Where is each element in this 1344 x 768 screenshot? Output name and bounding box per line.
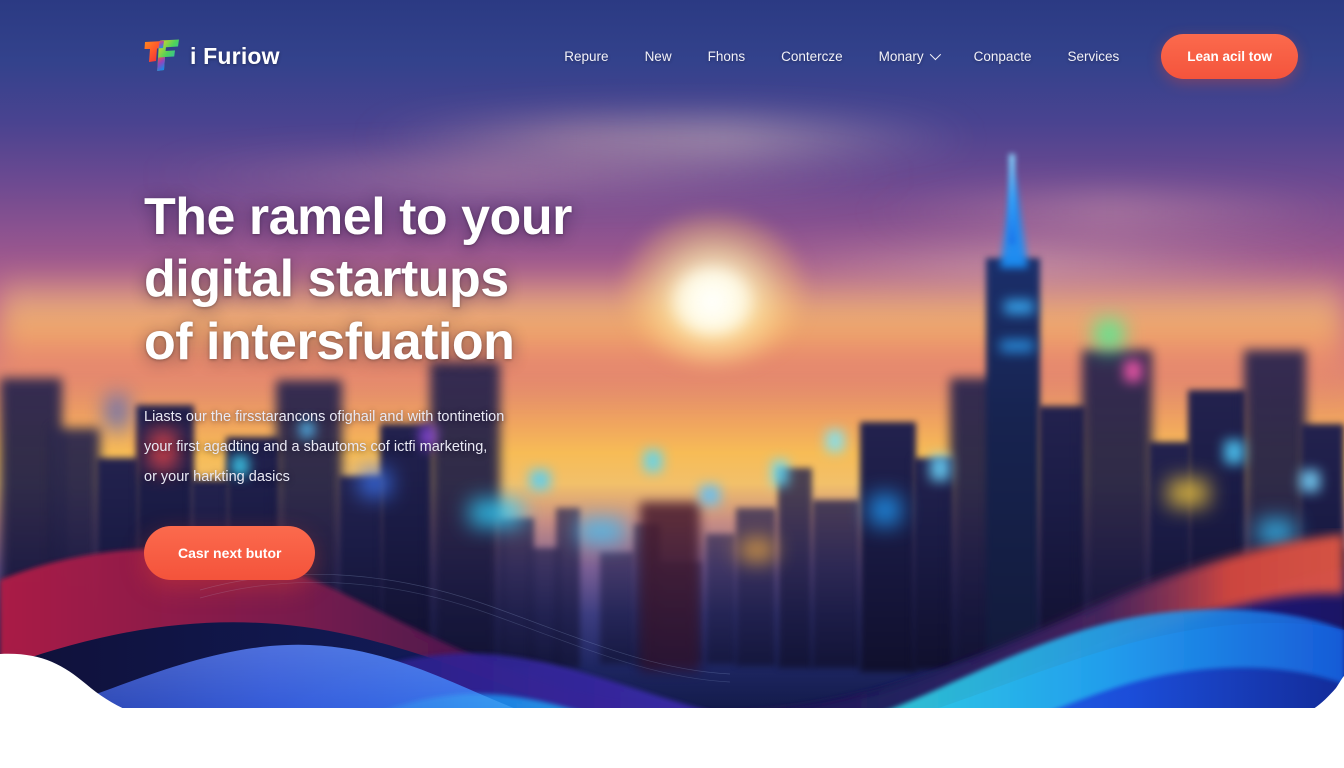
nav-item-services[interactable]: Services [1049,41,1137,72]
nav-label: Monary [878,48,924,64]
hero-heading-line-1: The ramel to your [144,188,572,246]
hero-cta-button[interactable]: Casr next butor [144,526,316,581]
site-header: i Furiow Repure New Fhons Contercze Mona… [0,0,1344,112]
nav-label: Conpacte [973,48,1032,64]
hero-paragraph-line-2: your first agadting and a sbautoms cof i… [144,438,488,455]
hero-content: The ramel to your digital startups of in… [144,186,764,581]
hero-paragraph: Liasts our the firsstarancons ofighail a… [144,403,574,492]
nav-item-conpacte[interactable]: Conpacte [956,41,1050,72]
nav-item-new[interactable]: New [627,41,690,72]
tf-gradient-logo-icon [144,39,179,71]
nav-label: New [644,48,672,64]
nav-item-contercze[interactable]: Contercze [763,41,861,72]
brand-logo[interactable]: i Furiow [144,39,280,73]
header-cta-button[interactable]: Lean acil tow [1161,33,1298,79]
page-body-surface [0,708,1344,768]
hero-paragraph-line-1: Liasts our the firsstarancons ofighail a… [144,409,505,426]
chevron-down-icon [929,48,941,61]
main-navigation: Repure New Fhons Contercze Monary Conpac… [546,33,1298,79]
nav-label: Repure [564,48,609,64]
hero-heading-line-3: of intersfuation [144,312,515,371]
nav-item-repure[interactable]: Repure [546,41,626,72]
nav-label: Contercze [781,48,843,64]
hero-heading-line-2: digital startups [144,250,509,309]
hero-paragraph-line-3: or your harkting dasics [144,468,290,485]
brand-name: i Furiow [190,42,280,69]
hero-section: i Furiow Repure New Fhons Contercze Mona… [0,0,1344,768]
nav-item-fhons[interactable]: Fhons [690,41,764,72]
nav-item-monary[interactable]: Monary [861,41,956,72]
hero-heading: The ramel to your digital startups of in… [144,186,764,373]
nav-label: Services [1067,48,1120,64]
nav-label: Fhons [707,48,746,64]
